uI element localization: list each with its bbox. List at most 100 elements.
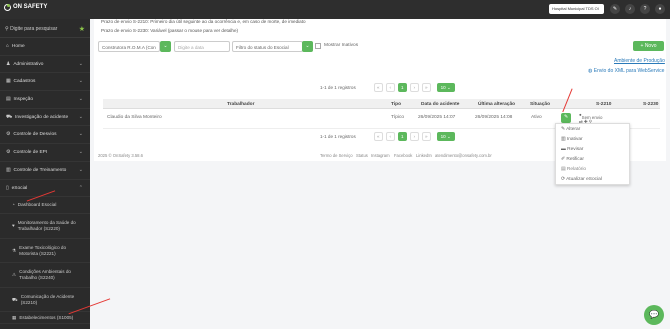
truck-icon: ⛟	[6, 114, 13, 120]
gear-icon: ⚙	[6, 132, 11, 138]
col-s2210: S-2210	[596, 101, 612, 107]
sidebar-subitem-s2210[interactable]: ⛟ Comunicação de Acidente (S2210)	[0, 288, 90, 313]
esocial-status: ● Sem envio	[579, 112, 603, 120]
record-count: 1-1 de 1 registros	[320, 85, 356, 90]
row-actions-button[interactable]: ✎	[561, 113, 571, 123]
row-actions-menu: ✎ Alterar ▥ Inativar ▬ Revisar ✐ Retific…	[555, 123, 630, 185]
chevron-down-icon[interactable]: ⌄	[302, 41, 313, 52]
col-trabalhador[interactable]: Trabalhador	[227, 102, 254, 107]
next-page-button[interactable]: ›	[409, 83, 419, 92]
chevron-down-icon: ⌄	[78, 131, 83, 138]
pagination-top: 1-1 de 1 registros «‹ 1 ›» 10 ⌄	[320, 83, 455, 92]
chevron-down-icon: ⌄	[78, 149, 83, 156]
user-icon[interactable]: ●	[655, 4, 665, 14]
footer-link-terms[interactable]: Termo de Serviço	[320, 153, 353, 158]
table-header: Trabalhador Tipo Data do acidente Última…	[103, 99, 660, 109]
col-ultima-alteracao[interactable]: Última alteração	[478, 102, 515, 107]
home-icon: ⌂	[6, 44, 9, 49]
gear-icon: ⚙	[6, 150, 11, 156]
first-page-button[interactable]: «	[373, 132, 383, 141]
last-page-button[interactable]: »	[421, 83, 431, 92]
chevron-down-icon[interactable]: ⌄	[160, 41, 171, 52]
sidebar-item-desvios[interactable]: ⚙ Controle de Desvios ⌄	[0, 126, 90, 145]
page-button[interactable]: 1	[397, 83, 407, 92]
heart-icon: ♥	[12, 223, 15, 229]
show-inactive-checkbox[interactable]	[315, 43, 321, 49]
menu-item-inativar[interactable]: ▥ Inativar	[556, 134, 629, 144]
date-filter-input[interactable]: Digite a data	[174, 41, 230, 52]
flask-icon: ⚗	[12, 247, 17, 253]
book-icon: ▥	[6, 167, 11, 173]
clipboard-icon: ▤	[6, 97, 11, 103]
footer-link-status[interactable]: Status	[356, 153, 368, 158]
sidebar-subitem-s2240[interactable]: ⚠ Condições Ambientais do Trabalho (S2240…	[0, 263, 90, 289]
globe-icon: ◍	[588, 68, 593, 74]
truck-icon: ⛟	[12, 296, 18, 302]
footer-link-instagram[interactable]: Instagram	[371, 153, 390, 158]
environment-link[interactable]: Ambiente de Produção	[614, 58, 665, 64]
menu-item-revisar[interactable]: ▬ Revisar	[556, 144, 629, 154]
chevron-down-icon: ⌄	[78, 78, 83, 85]
company-filter[interactable]: Construtora R.O.M.A (Con	[98, 41, 160, 52]
folder-icon: ▬	[561, 146, 566, 152]
first-page-button[interactable]: «	[373, 83, 383, 92]
sidebar-subitem-s2220[interactable]: ♥ Monitoramento da Saúde do Trabalhador (…	[0, 214, 90, 240]
page-size-select[interactable]: 10 ⌄	[436, 132, 455, 141]
menu-item-relatorio[interactable]: ▤ Relatório	[556, 164, 629, 174]
star-icon[interactable]: ★	[79, 25, 85, 33]
help-icon[interactable]: ?	[640, 4, 650, 14]
next-page-button[interactable]: ›	[409, 132, 419, 141]
sidebar-item-inspecao[interactable]: ▤ Inspeção ⌄	[0, 91, 90, 109]
report-icon: ▤	[561, 166, 566, 172]
wrench-icon[interactable]: ✎	[610, 4, 620, 14]
sidebar-item-cadastros[interactable]: ▦ Cadastros ⌄	[0, 73, 90, 92]
trash-icon: ▥	[561, 136, 566, 142]
footer-link-linkedin[interactable]: LinkedIn	[416, 153, 432, 158]
top-bar: ON SAFETY Hospital Municipal TDS Ol ✎ ♪ …	[0, 0, 670, 19]
worker-name: Claudio da Silva Monteiro	[107, 115, 162, 120]
col-situacao[interactable]: Situação	[530, 102, 550, 107]
sidebar-subitem-s1005[interactable]: ▦ Estabelecimentos (S1005)	[0, 312, 90, 325]
page-button[interactable]: 1	[397, 132, 407, 141]
accident-type: Típico	[391, 115, 405, 120]
menu-item-retificar[interactable]: ✐ Retificar	[556, 154, 629, 164]
chevron-up-icon: ⌃	[78, 184, 83, 191]
logo-icon	[4, 4, 11, 11]
new-button[interactable]: + Novo	[633, 41, 664, 51]
col-tipo[interactable]: Tipo	[391, 102, 401, 107]
sidebar-item-investigacao[interactable]: ⛟ Investigação de acidente ⌄	[0, 109, 90, 127]
footer-link-email[interactable]: atendimento@onsafety.com.br	[435, 153, 492, 158]
xml-webservice-link[interactable]: ◍ Envio do XML para WebService	[588, 68, 664, 74]
sidebar-subitem-dashboard[interactable]: ◔ Dashboard Esocial	[0, 197, 90, 215]
footer-link-facebook[interactable]: Facebook	[394, 153, 412, 158]
sidebar-search[interactable]: ⚲ Digite para pesquisar ★	[0, 19, 90, 38]
deadline-note-s2230: Prazo de envio S-2230: Variável (passar …	[101, 28, 239, 33]
sidebar-item-administrativo[interactable]: ♟ Administrativo ⌄	[0, 56, 90, 74]
last-page-button[interactable]: »	[421, 132, 431, 141]
refresh-icon: ⟳	[561, 176, 566, 182]
status-filter[interactable]: Filtro do status do Esocial	[232, 41, 303, 52]
menu-item-atualizar-esocial[interactable]: ⟳ Atualizar eSocial	[556, 174, 629, 184]
page-size-select[interactable]: 10 ⌄	[436, 83, 455, 92]
chart-icon: ◔	[12, 202, 15, 208]
sidebar-item-epi[interactable]: ⚙ Controle de EPI ⌄	[0, 144, 90, 162]
menu-item-alterar[interactable]: ✎ Alterar	[556, 124, 629, 134]
prev-page-button[interactable]: ‹	[385, 132, 395, 141]
app-logo[interactable]: ON SAFETY	[4, 4, 47, 11]
prev-page-button[interactable]: ‹	[385, 83, 395, 92]
col-s2230: S-2230	[643, 101, 659, 107]
chat-icon[interactable]: 💬	[644, 305, 664, 325]
bell-icon[interactable]: ♪	[625, 4, 635, 14]
chevron-down-icon: ⌄	[78, 60, 83, 67]
building-icon: ▦	[12, 314, 17, 320]
sidebar-item-home[interactable]: ⌂ Home	[0, 38, 90, 56]
record-count: 1-1 de 1 registros	[320, 134, 356, 139]
sidebar-item-treinamento[interactable]: ▥ Controle de Treinamento ⌄	[0, 162, 90, 180]
pagination-bottom: 1-1 de 1 registros «‹ 1 ›» 10 ⌄	[320, 132, 455, 141]
hospital-selector[interactable]: Hospital Municipal TDS Ol	[549, 4, 604, 14]
col-data-acidente[interactable]: Data do acidente	[421, 102, 459, 107]
deadline-note-s2210: Prazo de envio S-2210: Primeiro dia útil…	[101, 19, 306, 24]
admin-icon: ♟	[6, 61, 11, 67]
sidebar-subitem-s2221[interactable]: ⚗ Exame Toxicológico do Motorista (S2221)	[0, 239, 90, 264]
warning-icon: ⚠	[12, 272, 17, 278]
